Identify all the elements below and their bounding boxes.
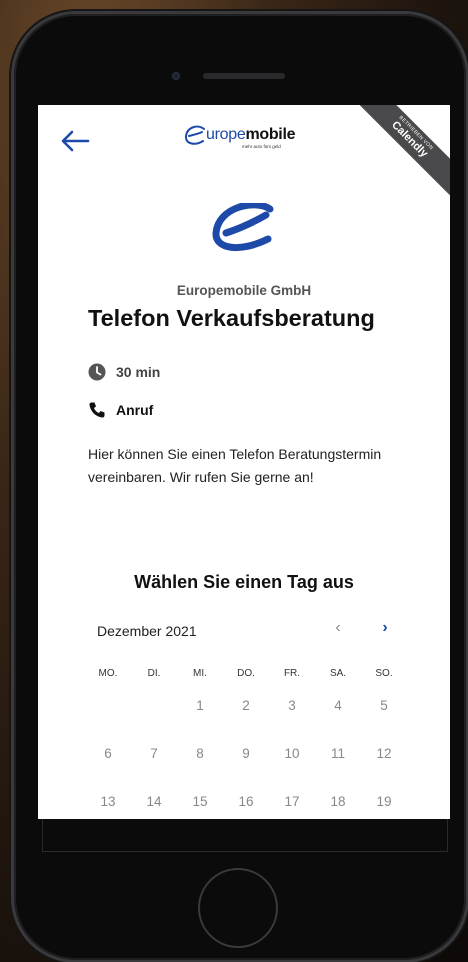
location-text: Anruf [116,402,154,418]
weekday-label: DI. [147,668,161,679]
duration-text: 30 min [116,364,161,380]
front-camera [172,72,180,80]
calendar-day: 9 [242,746,250,761]
powered-by-calendly-ribbon[interactable]: BETRIEBEN VON Calendly [360,105,450,195]
calendar-day: 17 [284,794,300,809]
calendar-day: 15 [192,794,208,809]
brand-name-suffix: mobile [245,126,296,143]
earpiece-speaker [203,73,285,79]
weekday-label: MI. [193,668,207,679]
phone-icon [89,402,105,418]
weekday-label: DO. [237,668,255,679]
arrow-left-icon[interactable] [58,127,92,155]
calendar-day: 10 [284,746,300,761]
location-row: Anruf [88,401,153,419]
screen-bottom-bezel [42,819,448,852]
brand-name-prefix: urope [206,126,246,143]
calendar-day: 18 [330,794,346,809]
calendar-day: 6 [104,746,112,761]
calendar-day: 7 [150,746,158,761]
company-name: Europemobile GmbH [176,283,312,298]
calendar-day: 5 [380,698,388,713]
home-button [198,868,278,948]
event-title: Telefon Verkaufsberatung [88,305,375,331]
weekday-label: FR. [283,668,301,679]
calendar-day: 2 [242,698,250,713]
previous-month-button[interactable]: ‹ [329,619,347,641]
europemobile-brand-logo: uropemobile mehr auto fürs geld [184,125,312,151]
weekday-label: MO. [98,668,118,679]
next-month-button[interactable]: › [376,619,394,641]
calendar-heading: Wählen Sie einen Tag aus [134,572,354,592]
calendar-month: Dezember 2021 [97,623,197,639]
e-swoosh-icon [184,125,205,145]
clock-icon [88,363,106,381]
duration-row: 30 min [88,363,160,381]
booking-screen: uropemobile mehr auto fürs geld BETRIEBE… [38,105,450,819]
calendar-day: 8 [196,746,204,761]
event-description: Hier können Sie einen Telefon Beratungst… [88,446,382,485]
calendar-day: 19 [376,794,392,809]
calendar-day: 12 [376,746,392,761]
weekday-label: SO. [375,668,393,679]
calendar-day: 16 [238,794,254,809]
calendar-day: 1 [196,698,204,713]
brand-name: uropemobile [206,126,296,144]
company-logo [212,203,274,252]
calendar-day: 11 [330,746,345,761]
weekday-label: SA. [329,668,347,679]
brand-tagline: mehr auto fürs geld [242,144,281,149]
calendar-day: 13 [100,794,116,809]
calendar-day: 14 [146,794,162,809]
calendar-day: 3 [288,698,296,713]
calendar-day: 4 [334,698,342,713]
